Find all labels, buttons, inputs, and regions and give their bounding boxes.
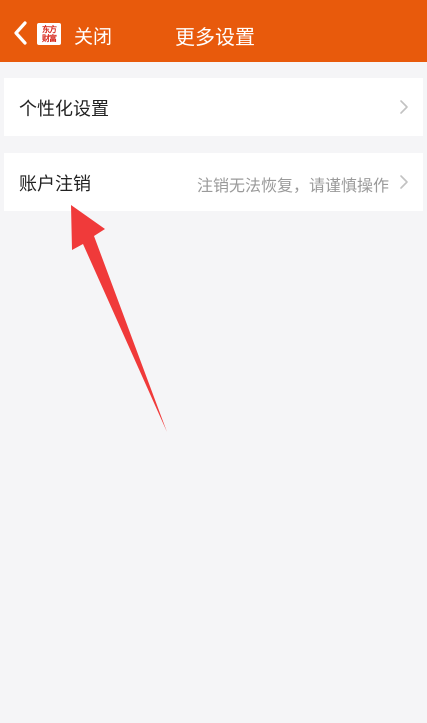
close-button[interactable]: 关闭 <box>74 22 112 49</box>
settings-item-hint: 注销无法恢复，请谨慎操作 <box>196 176 389 195</box>
arrow-shape <box>71 205 167 432</box>
settings-item-label: 账户注销 <box>19 174 91 195</box>
settings-item-label: 个性化设置 <box>19 99 109 120</box>
page-title: 更多设置 <box>175 25 255 49</box>
chevron-right-icon <box>400 100 408 114</box>
settings-item-personalization[interactable]: 个性化设置 <box>4 78 423 136</box>
chevron-left-icon <box>14 21 27 45</box>
chevron-right-icon <box>400 175 408 189</box>
settings-item-account-cancel[interactable]: 账户注销 注销无法恢复，请谨慎操作 <box>4 153 423 211</box>
top-bar: 东方 财富 关闭 更多设置 <box>0 0 427 62</box>
app-logo: 东方 财富 <box>37 23 61 45</box>
back-button[interactable] <box>8 14 38 52</box>
logo-text-bottom: 财富 <box>42 33 57 43</box>
